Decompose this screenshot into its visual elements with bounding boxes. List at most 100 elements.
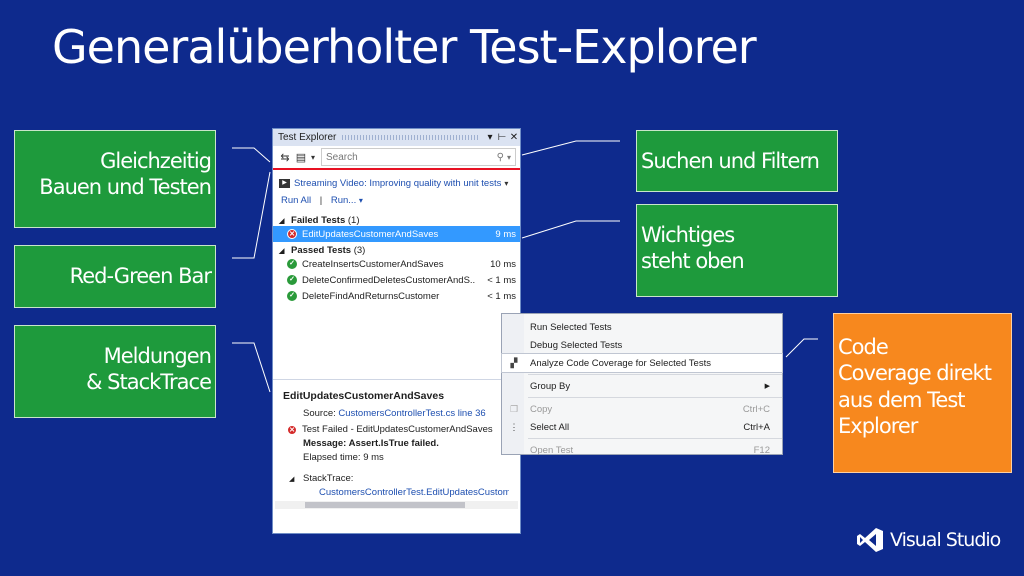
test-row-passed[interactable]: ✓ DeleteConfirmedDeletesCustomerAndS... … (273, 272, 520, 288)
submenu-arrow-icon: ▶ (764, 383, 770, 390)
menu-item-group-by[interactable]: Group By ▶ (502, 377, 782, 395)
pass-icon: ✓ (287, 291, 297, 301)
fail-icon: ✕ (287, 229, 297, 239)
callout-coverage-text: Code Coverage direkt aus dem Test Explor… (838, 335, 992, 438)
run-all-link[interactable]: Run All (281, 195, 311, 206)
video-banner[interactable]: ▶ Streaming Video: Improving quality wit… (279, 178, 514, 189)
detail-message: Message: Assert.IsTrue failed. (303, 438, 439, 449)
search-input[interactable]: Search (326, 152, 497, 163)
menu-item-label: Run Selected Tests (530, 321, 612, 333)
test-explorer-window: Test Explorer ▾ ⊢ ✕ ⇆ ▤ ▾ Search ⚲ ▾ ▶ S… (272, 128, 521, 534)
context-menu: Run Selected Tests Debug Selected Tests … (501, 313, 783, 456)
callout-search-filter-text: Suchen und Filtern (641, 149, 820, 173)
menu-item-shortcut: Ctrl+A (743, 421, 770, 433)
run-menu-link[interactable]: Run... (331, 195, 356, 206)
callout-coverage: Code Coverage direkt aus dem Test Explor… (833, 313, 1012, 473)
callout-messages-text: Meldungen & StackTrace (86, 344, 212, 395)
menu-item-label: Select All (530, 421, 570, 433)
source-link[interactable]: CustomersControllerTest.cs line 36 (338, 408, 485, 419)
run-links: Run All | Run... ▾ (281, 195, 512, 206)
menu-item-label: Debug Selected Tests (530, 339, 623, 351)
run-links-separator: | (319, 195, 323, 206)
callout-search-filter: Suchen und Filtern (636, 130, 838, 192)
titlebar-grip[interactable] (342, 135, 478, 140)
passed-group-expander-icon[interactable]: ◢ (279, 248, 284, 255)
build-run-icon[interactable]: ⇆ (277, 151, 293, 164)
search-dropdown-icon[interactable]: ▾ (507, 153, 511, 162)
search-icon[interactable]: ⚲ (497, 152, 504, 163)
passed-tests-group[interactable]: ◢ Passed Tests (3) (279, 245, 520, 256)
test-row-failed[interactable]: ✕ EditUpdatesCustomerAndSaves 9 ms (273, 226, 520, 242)
test-duration: 10 ms (490, 258, 516, 270)
test-name: EditUpdatesCustomerAndSaves (302, 228, 439, 240)
failed-group-label: Failed Tests (291, 215, 346, 226)
run-menu-dropdown-icon[interactable]: ▾ (359, 196, 363, 205)
failed-group-count: (1) (347, 215, 360, 226)
test-duration: < 1 ms (487, 274, 516, 286)
pass-icon: ✓ (287, 275, 297, 285)
failed-group-expander-icon[interactable]: ◢ (279, 218, 284, 225)
pin-icon[interactable]: ⊢ (496, 132, 508, 143)
test-name: DeleteConfirmedDeletesCustomerAndS... (302, 274, 476, 286)
menu-item-open-test[interactable]: Open Test F12 (502, 441, 782, 459)
callout-important-text: Wichtiges steht oben (641, 223, 745, 274)
video-banner-text[interactable]: Streaming Video: Improving quality with … (294, 178, 501, 189)
callout-important: Wichtiges steht oben (636, 204, 838, 297)
test-name: DeleteFindAndReturnsCustomer (302, 290, 440, 302)
group-by-icon[interactable]: ▤ (293, 151, 309, 164)
search-box[interactable]: Search ⚲ ▾ (321, 148, 516, 166)
test-duration: 9 ms (495, 228, 516, 240)
menu-separator (528, 438, 782, 439)
test-explorer-toolbar: ⇆ ▤ ▾ Search ⚲ ▾ (273, 146, 520, 170)
visual-studio-logo: Visual Studio (856, 526, 1001, 554)
banner-dropdown-icon[interactable]: ▾ (504, 179, 508, 188)
menu-item-label: Analyze Code Coverage for Selected Tests (530, 357, 711, 369)
failed-tests-group[interactable]: ◢ Failed Tests (1) (279, 215, 520, 226)
test-row-passed[interactable]: ✓ DeleteFindAndReturnsCustomer < 1 ms (273, 288, 520, 304)
test-row-passed[interactable]: ✓ CreateInsertsCustomerAndSaves 10 ms (273, 256, 520, 272)
menu-item-run-selected[interactable]: Run Selected Tests (502, 318, 782, 336)
detail-heading: EditUpdatesCustomerAndSaves (283, 390, 445, 402)
horizontal-scrollbar[interactable] (275, 501, 518, 509)
select-all-icon: ⋮ (509, 421, 519, 432)
window-menu-icon[interactable]: ▾ (484, 132, 496, 143)
stacktrace-expander-icon[interactable]: ◢ (289, 476, 294, 483)
menu-separator (528, 397, 782, 398)
brand-name: Visual Studio (890, 529, 1001, 551)
menu-item-label: Open Test (530, 444, 574, 456)
detail-source: Source: CustomersControllerTest.cs line … (303, 408, 520, 419)
detail-stacktrace[interactable]: ◢ StackTrace: (289, 473, 520, 484)
callout-red-green-text: Red-Green Bar (69, 264, 212, 288)
stacktrace-label: StackTrace: (303, 473, 354, 484)
slide-title: Generalüberholter Test-Explorer (52, 20, 757, 74)
source-label: Source: (303, 408, 336, 419)
pass-icon: ✓ (287, 259, 297, 269)
detail-failed: ✕ Test Failed - EditUpdatesCustomerAndSa… (287, 424, 520, 435)
fail-icon: ✕ (287, 424, 297, 435)
scrollbar-thumb[interactable] (305, 502, 465, 508)
detail-elapsed: Elapsed time: 9 ms (303, 452, 384, 463)
callout-messages: Meldungen & StackTrace (14, 325, 216, 418)
test-duration: < 1 ms (487, 290, 516, 302)
stacktrace-link[interactable]: CustomersControllerTest.EditUpdatesCusto… (319, 487, 509, 498)
menu-item-analyze-coverage[interactable]: ▞ Analyze Code Coverage for Selected Tes… (501, 353, 783, 373)
copy-icon: ❐ (509, 403, 519, 414)
passed-group-label: Passed Tests (291, 245, 352, 256)
test-explorer-titlebar: Test Explorer ▾ ⊢ ✕ (273, 129, 520, 146)
menu-item-label: Copy (530, 403, 553, 415)
close-icon[interactable]: ✕ (508, 132, 520, 143)
menu-item-shortcut: Ctrl+C (742, 403, 770, 415)
test-detail-pane: EditUpdatesCustomerAndSaves Source: Cust… (273, 379, 520, 533)
menu-item-label: Group By (530, 380, 571, 392)
code-coverage-icon: ▞ (510, 357, 518, 368)
group-dropdown-icon[interactable]: ▾ (309, 153, 317, 162)
menu-separator (528, 374, 782, 375)
menu-item-shortcut: F12 (753, 444, 770, 456)
menu-item-copy[interactable]: ❐ Copy Ctrl+C (502, 400, 782, 418)
callout-build-test-text: Gleichzeitig Bauen und Testen (39, 149, 212, 200)
failed-line: Test Failed - EditUpdatesCustomerAndSave… (302, 424, 493, 435)
menu-item-debug-selected[interactable]: Debug Selected Tests (502, 336, 782, 354)
menu-item-select-all[interactable]: ⋮ Select All Ctrl+A (502, 418, 782, 436)
visual-studio-icon (857, 528, 883, 552)
passed-group-count: (3) (353, 245, 366, 256)
